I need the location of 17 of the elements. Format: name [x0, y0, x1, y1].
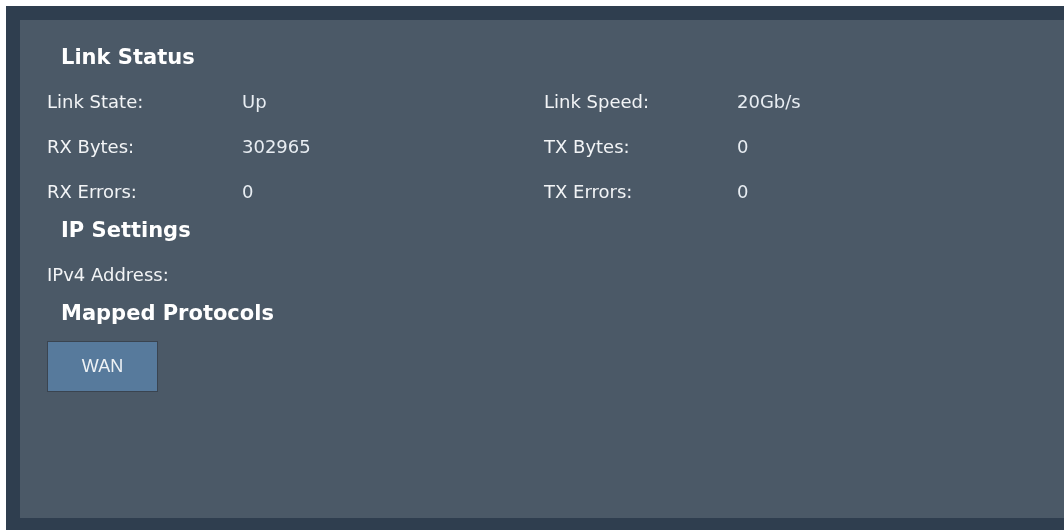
field-label: TX Bytes: [544, 135, 630, 160]
field-label: IPv4 Address: [47, 263, 169, 288]
field-value: 302965 [242, 135, 311, 160]
section-heading: Mapped Protocols [61, 302, 274, 326]
field-label: RX Errors: [47, 180, 137, 205]
field-value: 20Gb/s [737, 90, 801, 115]
protocol-button[interactable]: WAN [47, 341, 158, 393]
section-heading: Link Status [61, 46, 195, 70]
field-label: Link Speed: [544, 90, 650, 115]
field-value: 0 [242, 180, 254, 205]
field-value: Up [242, 90, 267, 115]
field-label: Link State: [47, 90, 144, 115]
section-heading: IP Settings [61, 219, 191, 243]
field-value: 0 [737, 135, 749, 160]
field-value: 0 [737, 180, 749, 205]
field-label: TX Errors: [544, 180, 633, 205]
field-label: RX Bytes: [47, 135, 135, 160]
